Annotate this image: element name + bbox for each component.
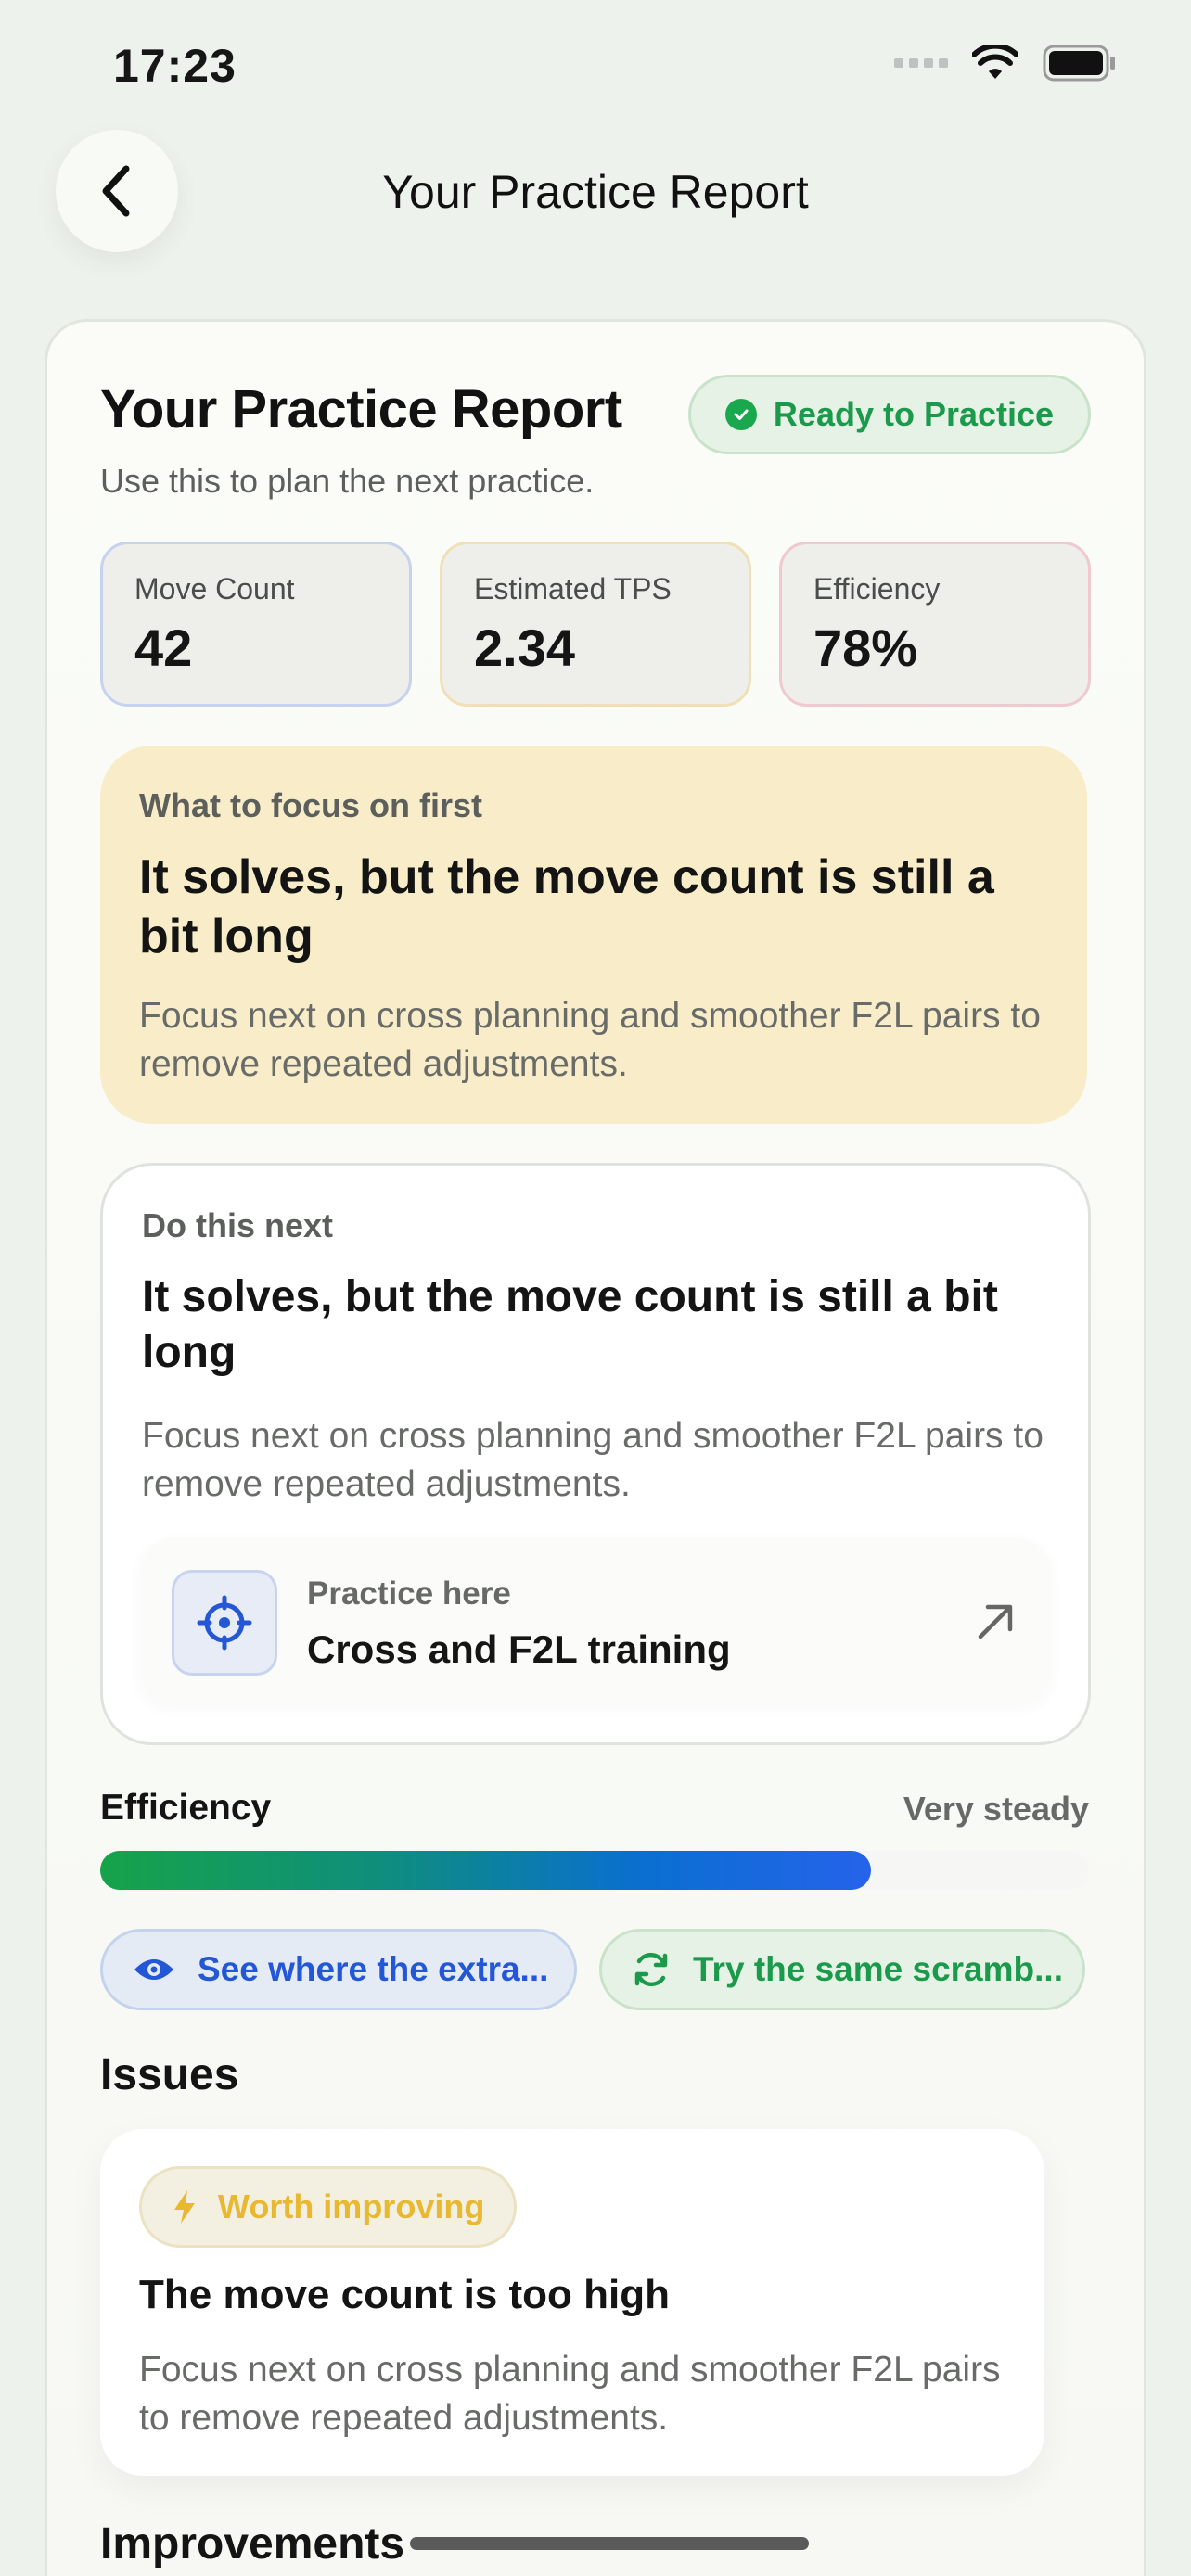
metric-label: Estimated TPS (474, 572, 672, 606)
refresh-icon (634, 1952, 668, 1987)
see-extra-moves-label: See where the extra... (198, 1950, 549, 1988)
efficiency-bar (100, 1851, 1089, 1890)
status-icons (894, 45, 1117, 82)
metric-value: 42 (134, 618, 193, 677)
metric-value: 78% (813, 618, 918, 677)
practice-label: Practice here (307, 1575, 511, 1612)
efficiency-bar-fill (100, 1851, 872, 1890)
status-bar: 17:23 (0, 0, 1191, 130)
focus-headline: It solves, but the move count is still a… (139, 850, 994, 963)
status-badge: Ready to Practice (688, 375, 1091, 454)
crosshair-icon (172, 1570, 277, 1676)
severity-badge-label: Worth improving (218, 2187, 485, 2225)
practice-name: Cross and F2L training (307, 1627, 731, 1671)
status-badge-label: Ready to Practice (773, 395, 1055, 433)
battery-icon (1043, 45, 1115, 82)
next-body: Focus next on cross planning and smoothe… (142, 1416, 1044, 1504)
report-subtitle: Use this to plan the next practice. (100, 462, 595, 500)
metric-efficiency: Efficiency 78% (779, 542, 1091, 707)
eye-icon (134, 1959, 173, 1980)
improvements-heading: Improvements (100, 2519, 405, 2569)
focus-body: Focus next on cross planning and smoothe… (139, 996, 1041, 1084)
issue-body: Focus next on cross planning and smoothe… (139, 2350, 1001, 2438)
efficiency-value: Very steady (903, 1790, 1089, 1828)
practice-link[interactable]: Practice here Cross and F2L training (140, 1538, 1051, 1705)
metric-estimated-tps: Estimated TPS 2.34 (440, 542, 751, 707)
nav-title: Your Practice Report (382, 166, 809, 218)
next-eyebrow: Do this next (142, 1206, 334, 1244)
try-same-scramble-button[interactable]: Try the same scramb... (599, 1929, 1085, 2010)
status-time: 17:23 (113, 40, 237, 92)
signal-icon (894, 58, 948, 68)
efficiency-label: Efficiency (100, 1788, 272, 1828)
nav-bar: Your Practice Report (0, 130, 1191, 256)
see-extra-moves-button[interactable]: See where the extra... (100, 1929, 577, 2010)
wifi-icon (972, 45, 1018, 79)
issue-card: Worth improving The move count is too hi… (100, 2129, 1044, 2476)
check-circle-icon (724, 399, 757, 430)
issues-heading: Issues (100, 2050, 239, 2099)
metric-move-count: Move Count 42 (100, 542, 412, 707)
report-title: Your Practice Report (100, 379, 622, 440)
issue-title: The move count is too high (139, 2272, 670, 2317)
arrow-up-right-icon (978, 1604, 1013, 1639)
try-same-scramble-label: Try the same scramb... (693, 1950, 1063, 1988)
home-indicator[interactable] (410, 2537, 809, 2550)
next-step-card: Do this next It solves, but the move cou… (100, 1163, 1091, 1745)
metric-label: Efficiency (813, 572, 941, 606)
metric-value: 2.34 (474, 618, 575, 677)
focus-card: What to focus on first It solves, but th… (100, 746, 1087, 1124)
focus-eyebrow: What to focus on first (139, 786, 482, 824)
severity-badge: Worth improving (139, 2166, 518, 2248)
metric-label: Move Count (134, 572, 295, 606)
next-headline: It solves, but the move count is still a… (142, 1272, 998, 1377)
bolt-icon (174, 2190, 195, 2224)
